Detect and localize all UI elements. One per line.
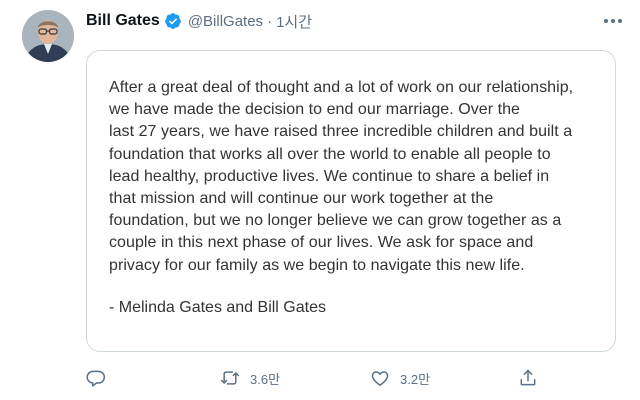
statement-line: foundation, but we no longer believe we …	[109, 212, 562, 230]
retweet-button[interactable]: 3.6만	[220, 366, 280, 390]
statement-line: After a great deal of thought and a lot …	[109, 79, 574, 96]
tweet-timestamp[interactable]: 1시간	[276, 11, 312, 32]
statement-text: After a great deal of thought and a lot …	[109, 77, 609, 277]
statement-line: last 27 years, we have raised three incr…	[109, 123, 573, 141]
like-button[interactable]: 3.2만	[370, 366, 430, 390]
share-icon	[518, 368, 538, 388]
retweet-count: 3.6만	[250, 371, 281, 387]
statement-signature: - Melinda Gates and Bill Gates	[109, 299, 326, 316]
more-options-icon[interactable]	[602, 12, 624, 30]
verified-badge-icon	[164, 12, 182, 30]
author-name[interactable]: Bill Gates	[86, 12, 160, 30]
reply-button[interactable]	[86, 366, 106, 390]
like-icon	[370, 368, 390, 388]
retweet-icon	[220, 368, 240, 388]
statement-line: that mission and will continue our work …	[109, 190, 494, 208]
share-button[interactable]	[518, 366, 538, 390]
avatar[interactable]	[22, 10, 74, 62]
like-count: 3.2만	[400, 371, 431, 387]
tweet-header: Bill Gates @BillGates · 1시간	[86, 10, 312, 32]
statement-line: foundation that works all over the world…	[109, 145, 551, 163]
tweet-actions: 3.6만 3.2만	[86, 366, 556, 390]
statement-line: couple in this next phase of our lives. …	[109, 234, 534, 252]
statement-line: lead healthy, productive lives. We conti…	[109, 167, 550, 185]
reply-icon	[86, 368, 106, 388]
tweet: Bill Gates @BillGates · 1시간 After a grea…	[0, 0, 640, 400]
author-handle[interactable]: @BillGates	[188, 13, 263, 30]
header-separator: ·	[267, 12, 273, 30]
statement-line: privacy for our family as we begin to na…	[109, 256, 525, 274]
statement-image[interactable]: After a great deal of thought and a lot …	[86, 50, 616, 352]
statement-line: we have made the decision to end our mar…	[109, 101, 520, 119]
